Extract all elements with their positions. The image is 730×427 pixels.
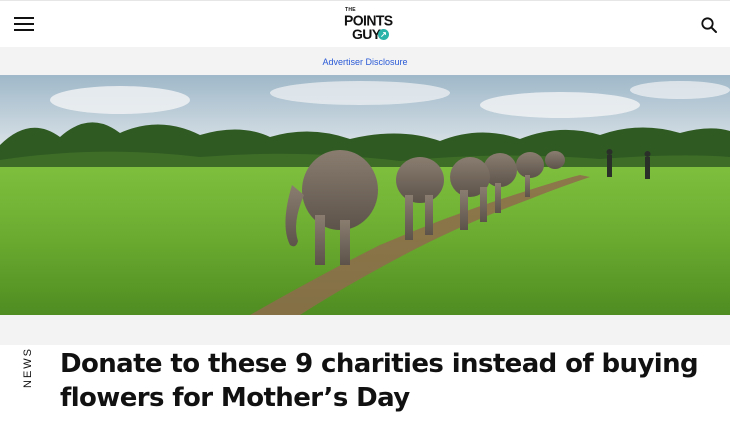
logo-arrow-icon: ↗ — [378, 29, 389, 40]
article-title-line1: Donate to these 9 charities instead of b… — [60, 349, 699, 379]
hero-image — [0, 75, 730, 315]
menu-line — [14, 29, 34, 31]
site-header: THE POINTS GUY ↗ — [0, 0, 730, 47]
menu-line — [14, 17, 34, 19]
search-icon — [701, 17, 717, 33]
menu-line — [14, 23, 34, 25]
elephants-photo — [0, 75, 730, 315]
article-title[interactable]: Donate to these 9 charities instead of b… — [60, 347, 700, 415]
article-category[interactable]: NEWS — [22, 347, 36, 388]
disclosure-bar: Advertiser Disclosure — [0, 47, 730, 75]
section-gap — [0, 315, 730, 345]
hamburger-menu-icon[interactable] — [14, 16, 34, 32]
logo-line-guy: GUY — [352, 26, 381, 42]
advertiser-disclosure-link[interactable]: Advertiser Disclosure — [322, 57, 407, 67]
search-button[interactable] — [700, 16, 718, 34]
site-logo[interactable]: THE POINTS GUY ↗ — [344, 7, 393, 43]
article-title-line2: flowers for Mother’s Day — [60, 383, 410, 413]
